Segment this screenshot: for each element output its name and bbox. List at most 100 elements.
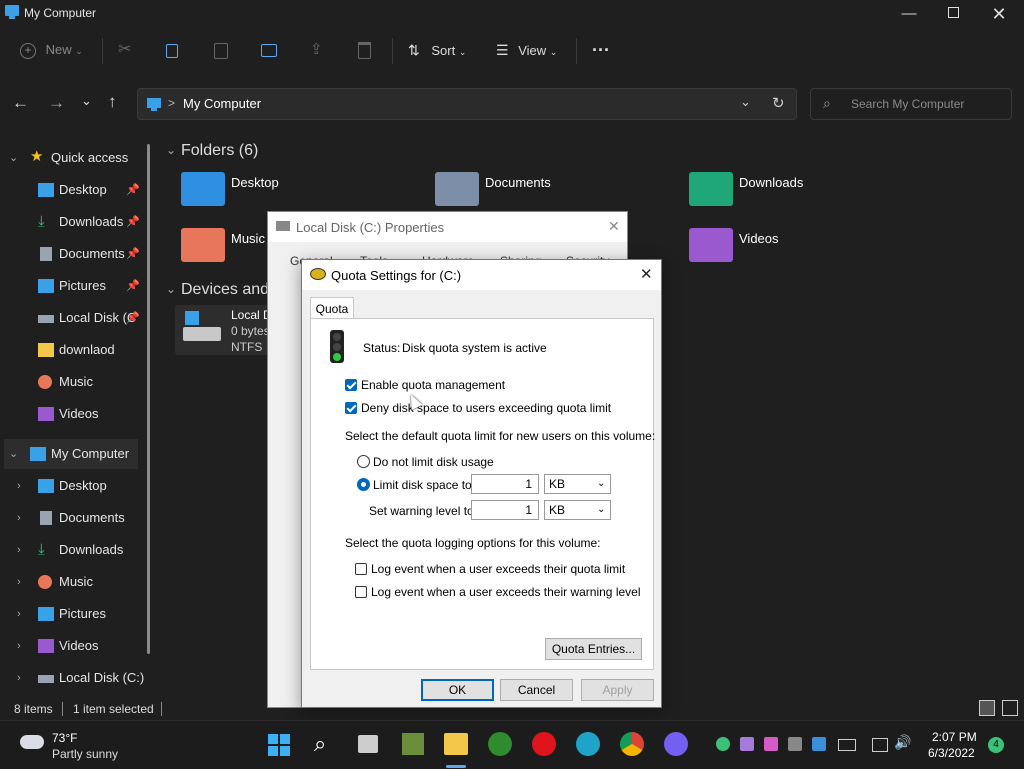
xbox-icon[interactable] (488, 732, 512, 756)
up-button[interactable]: ↑ (108, 92, 117, 112)
sidebar-item-local-disk[interactable]: › Local Disk (C:) (0, 663, 150, 693)
weather-temp[interactable]: 73°F (52, 731, 77, 745)
quota-entries-button[interactable]: Quota Entries... (545, 638, 642, 660)
desktop-folder-icon[interactable] (181, 172, 225, 206)
music-folder-icon[interactable] (181, 228, 225, 262)
new-button[interactable]: + New ⌄ (20, 36, 83, 64)
sidebar-item-desktop[interactable]: Desktop 📌 (0, 175, 150, 205)
tab-quota[interactable]: Quota (310, 297, 354, 320)
clock-time[interactable]: 2:07 PM (932, 730, 977, 744)
task-view-icon[interactable] (358, 735, 378, 753)
chevron-down-icon[interactable]: ⌄ (166, 143, 176, 157)
sidebar-item-downloads[interactable]: › ⤓ Downloads (0, 535, 150, 565)
sidebar-item-videos[interactable]: Videos (0, 399, 150, 429)
close-button[interactable]: ✕ (976, 2, 1022, 28)
chevron-down-icon[interactable]: ⌄ (166, 282, 176, 296)
sidebar-item-my-computer[interactable]: ⌄ My Computer (4, 439, 138, 469)
sidebar-item-videos[interactable]: › Videos (0, 631, 150, 661)
tray-shield-icon[interactable] (812, 737, 826, 751)
chevron-down-icon[interactable]: ⌄ (740, 94, 751, 110)
display-icon[interactable] (872, 738, 888, 752)
log-warning-level-checkbox[interactable] (355, 586, 367, 598)
details-view-icon[interactable] (979, 700, 995, 716)
limit-unit-select[interactable]: KB ⌄ (544, 474, 611, 494)
minecraft-icon[interactable] (402, 733, 424, 755)
weather-desc[interactable]: Partly sunny (52, 747, 118, 761)
file-explorer-icon[interactable] (444, 733, 468, 755)
log-quota-limit-checkbox[interactable] (355, 563, 367, 575)
recent-locations-chevron-icon[interactable]: ⌄ (81, 93, 92, 109)
sidebar-item-local-disk[interactable]: Local Disk (C 📌 (0, 303, 150, 333)
limit-value-input[interactable]: 1 (471, 474, 539, 494)
close-icon[interactable]: ✕ (640, 265, 653, 283)
view-icon: ☰ (496, 42, 509, 58)
minimize-button[interactable]: — (886, 2, 932, 28)
local-disk-tile[interactable]: Local D 0 bytes NTFS (175, 305, 275, 355)
sidebar-item-pictures[interactable]: Pictures 📌 (0, 271, 150, 301)
documents-folder-icon[interactable] (435, 172, 479, 206)
rename-icon[interactable] (261, 36, 277, 64)
sidebar-item-music[interactable]: › Music (0, 567, 150, 597)
keyboard-icon[interactable] (838, 739, 856, 751)
view-button[interactable]: ☰ View ⌄ (496, 36, 557, 64)
scrollbar[interactable] (147, 144, 150, 654)
warning-unit-select[interactable]: KB ⌄ (544, 500, 611, 520)
viber-icon[interactable] (664, 732, 688, 756)
enable-quota-checkbox[interactable] (345, 379, 357, 391)
tray-network-icon[interactable] (788, 737, 802, 751)
chrome-icon[interactable] (620, 732, 644, 756)
sidebar-item-downlaod[interactable]: downlaod (0, 335, 150, 365)
notification-badge[interactable]: 4 (988, 737, 1004, 753)
title-bar: My Computer — ✕ (0, 0, 1024, 28)
tray-pen-icon[interactable] (740, 737, 754, 751)
tray-app-icon[interactable] (716, 737, 730, 751)
videos-folder-icon[interactable] (689, 228, 733, 262)
ok-button[interactable]: OK (421, 679, 494, 701)
sidebar-item-documents[interactable]: Documents 📌 (0, 239, 150, 269)
quick-access[interactable]: ⌄ ★ Quick access (0, 143, 150, 173)
sidebar-item-desktop[interactable]: › Desktop (0, 471, 150, 501)
weather-icon[interactable] (20, 735, 44, 749)
copy-icon[interactable] (166, 36, 178, 64)
limit-disk-space-radio[interactable] (357, 478, 370, 491)
sidebar-item-pictures[interactable]: › Pictures (0, 599, 150, 629)
sort-button[interactable]: ⇅ Sort ⌄ (408, 36, 466, 64)
more-options-button[interactable]: ··· (592, 36, 610, 64)
chevron-right-icon: › (17, 608, 21, 620)
cancel-button[interactable]: Cancel (500, 679, 573, 701)
start-button[interactable] (268, 734, 290, 756)
cut-icon[interactable]: ✂ (118, 36, 131, 64)
sidebar-item-music[interactable]: Music (0, 367, 150, 397)
downloads-folder-icon[interactable] (689, 172, 733, 206)
sidebar-item-documents[interactable]: › Documents (0, 503, 150, 533)
folder-label[interactable]: Music (231, 231, 265, 246)
opera-icon[interactable] (532, 732, 556, 756)
folder-label[interactable]: Videos (739, 231, 779, 246)
folder-label[interactable]: Downloads (739, 175, 803, 190)
forward-button[interactable]: → (48, 93, 65, 113)
edge-icon[interactable] (576, 732, 600, 756)
chevron-down-icon: ⌄ (597, 504, 606, 515)
share-icon[interactable]: ⇪ (310, 36, 323, 64)
address-bar[interactable]: > My Computer ⌄ ↻ (137, 88, 797, 120)
back-button[interactable]: ← (12, 93, 29, 113)
folder-label[interactable]: Documents (485, 175, 551, 190)
refresh-icon[interactable]: ↻ (772, 94, 785, 112)
tiles-view-icon[interactable] (1002, 700, 1018, 716)
warning-value-input[interactable]: 1 (471, 500, 539, 520)
paste-icon[interactable] (214, 36, 228, 64)
chevron-down-icon: ⌄ (9, 448, 19, 460)
delete-icon[interactable] (358, 36, 371, 64)
maximize-button[interactable] (930, 2, 976, 28)
deny-disk-space-checkbox[interactable] (345, 402, 357, 414)
close-icon[interactable]: ✕ (608, 218, 620, 235)
tray-app-icon[interactable] (764, 737, 778, 751)
clock-date[interactable]: 6/3/2022 (928, 746, 975, 760)
volume-icon[interactable]: 🔊 (894, 734, 911, 751)
apply-button[interactable]: Apply (581, 679, 654, 701)
search-icon[interactable]: ⌕ (314, 731, 326, 757)
sidebar-item-downloads[interactable]: ⤓ Downloads 📌 (0, 207, 150, 237)
folder-label[interactable]: Desktop (231, 175, 279, 190)
no-limit-radio[interactable] (357, 455, 370, 468)
search-input[interactable]: ⌕ Search My Computer (810, 88, 1012, 120)
